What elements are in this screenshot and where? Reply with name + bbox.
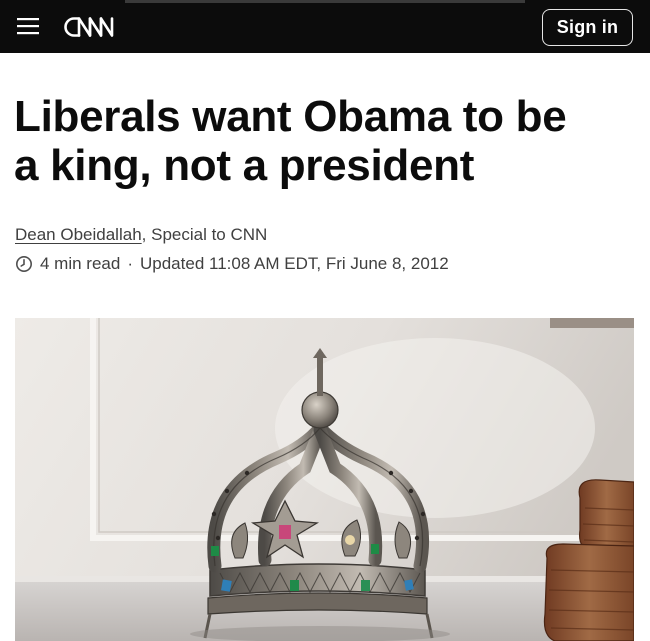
article-meta: 4 min read · Updated 11:08 AM EDT, Fri J… [15,254,449,274]
clock-icon [15,255,33,273]
byline: Dean Obeidallah, Special to CNN [15,225,267,245]
headline-line-1: Liberals want Obama to be [14,92,567,141]
author-link[interactable]: Dean Obeidallah [15,225,142,244]
cnn-logo[interactable] [64,14,116,40]
hero-image [15,318,634,641]
author-affiliation: , Special to CNN [141,225,268,244]
article-headline: Liberals want Obama to be a king, not a … [14,92,634,190]
hamburger-menu-icon[interactable] [16,15,42,37]
meta-separator: · [127,254,133,273]
updated-timestamp: Updated 11:08 AM EDT, Fri June 8, 2012 [140,254,449,273]
top-strip [125,0,525,3]
sign-in-button[interactable]: Sign in [542,9,633,46]
top-navigation-bar: Sign in [0,0,650,53]
headline-line-2: a king, not a president [14,141,475,190]
read-time: 4 min read [40,254,121,273]
